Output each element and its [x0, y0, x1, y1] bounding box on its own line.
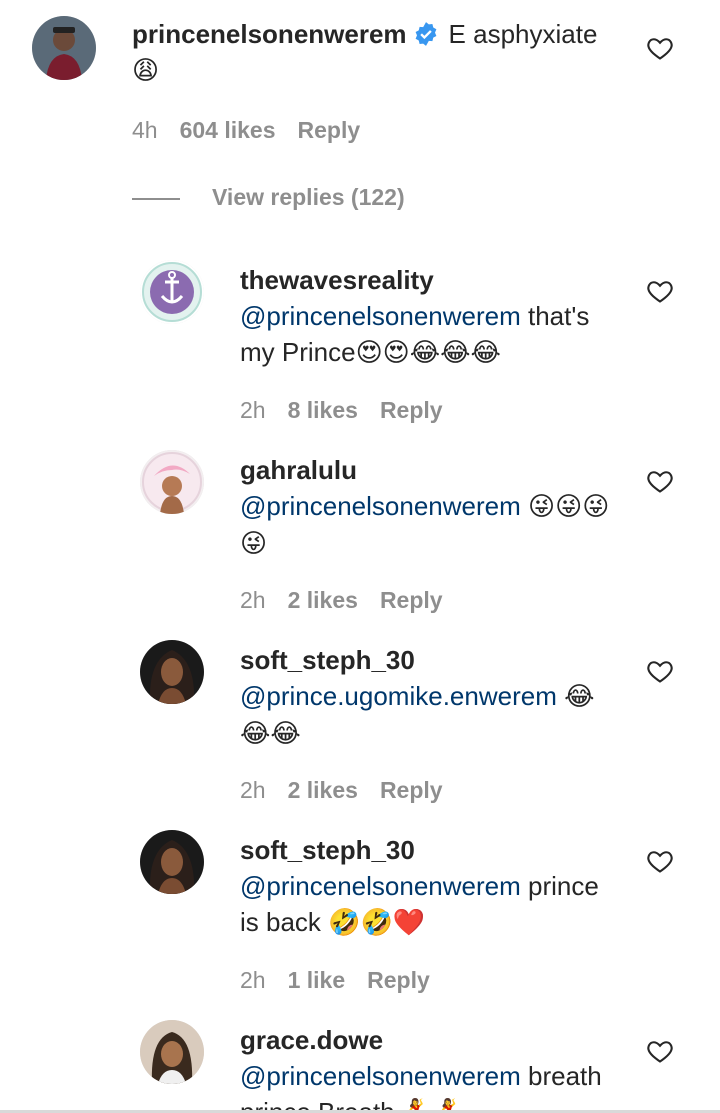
mention-link[interactable]: @princenelsonenwerem [240, 871, 521, 901]
reply-meta: 2h 2 likes Reply [240, 777, 465, 804]
reply-body: soft_steph_30 @princenelsonenwerem prince… [240, 832, 620, 941]
reply-item: soft_steph_30 @prince.ugomike.enwerem 😂😂😂… [0, 630, 720, 820]
reply-button[interactable]: Reply [298, 117, 361, 143]
avatar[interactable] [140, 260, 204, 324]
reply-body: gahralulu @princenelsonenwerem 😜😜😜😜 [240, 452, 620, 562]
avatar[interactable] [140, 450, 204, 514]
like-heart-icon[interactable] [646, 1037, 674, 1065]
reply-button[interactable]: Reply [380, 397, 443, 423]
view-replies-button[interactable]: View replies (122) [212, 184, 405, 211]
reply-emoji: 😍😍😂😂😂 [355, 338, 501, 368]
reply-button[interactable]: Reply [380, 587, 443, 613]
reply-likes[interactable]: 2 likes [288, 587, 358, 613]
like-heart-icon[interactable] [646, 657, 674, 685]
reply-time: 2h [240, 397, 266, 423]
mention-link[interactable]: @prince.ugomike.enwerem [240, 681, 557, 711]
reply-emoji: 🤣🤣❤️ [328, 908, 426, 938]
reply-likes[interactable]: 2 likes [288, 777, 358, 803]
avatar[interactable] [32, 16, 96, 80]
reply-username[interactable]: thewavesreality [240, 265, 434, 295]
reply-username[interactable]: soft_steph_30 [240, 645, 415, 675]
reply-text [521, 491, 528, 521]
reply-time: 2h [240, 587, 266, 613]
comment-likes[interactable]: 604 likes [180, 117, 276, 143]
avatar[interactable] [140, 640, 204, 704]
comment-time: 4h [132, 117, 158, 143]
like-heart-icon[interactable] [646, 34, 674, 62]
verified-badge-icon [415, 22, 436, 46]
reply-body: grace.dowe @princenelsonenwerem breath pr… [240, 1022, 620, 1113]
comment-meta: 4h 604 likes Reply [132, 117, 382, 144]
reply-button[interactable]: Reply [367, 967, 430, 993]
reply-body: thewavesreality @princenelsonenwerem that… [240, 262, 620, 371]
reply-item: soft_steph_30 @princenelsonenwerem prince… [0, 820, 720, 1010]
reply-body: soft_steph_30 @prince.ugomike.enwerem 😂😂😂 [240, 642, 620, 752]
mention-link[interactable]: @princenelsonenwerem [240, 491, 521, 521]
comment-emoji: 😩 [132, 56, 160, 86]
reply-likes[interactable]: 8 likes [288, 397, 358, 423]
reply-time: 2h [240, 777, 266, 803]
mention-link[interactable]: @princenelsonenwerem [240, 301, 521, 331]
reply-item: grace.dowe @princenelsonenwerem breath pr… [0, 1010, 720, 1113]
reply-username[interactable]: soft_steph_30 [240, 835, 415, 865]
reply-meta: 2h 8 likes Reply [240, 397, 465, 424]
reply-item: thewavesreality @princenelsonenwerem that… [0, 250, 720, 440]
like-heart-icon[interactable] [646, 277, 674, 305]
reply-item: gahralulu @princenelsonenwerem 😜😜😜😜 2h 2 l… [0, 440, 720, 630]
avatar[interactable] [140, 1020, 204, 1084]
like-heart-icon[interactable] [646, 467, 674, 495]
reply-button[interactable]: Reply [380, 777, 443, 803]
reply-likes[interactable]: 1 like [288, 967, 346, 993]
comment-text: E asphyxiate [448, 19, 598, 49]
comment-body: princenelsonenwerem E asphyxiate 😩 [132, 16, 620, 89]
reply-meta: 2h 1 like Reply [240, 967, 452, 994]
avatar[interactable] [140, 830, 204, 894]
reply-username[interactable]: gahralulu [240, 455, 357, 485]
mention-link[interactable]: @princenelsonenwerem [240, 1061, 521, 1091]
like-heart-icon[interactable] [646, 847, 674, 875]
comment-username[interactable]: princenelsonenwerem [132, 19, 407, 49]
reply-username[interactable]: grace.dowe [240, 1025, 383, 1055]
reply-time: 2h [240, 967, 266, 993]
reply-meta: 2h 2 likes Reply [240, 587, 465, 614]
replies-divider [132, 198, 180, 200]
